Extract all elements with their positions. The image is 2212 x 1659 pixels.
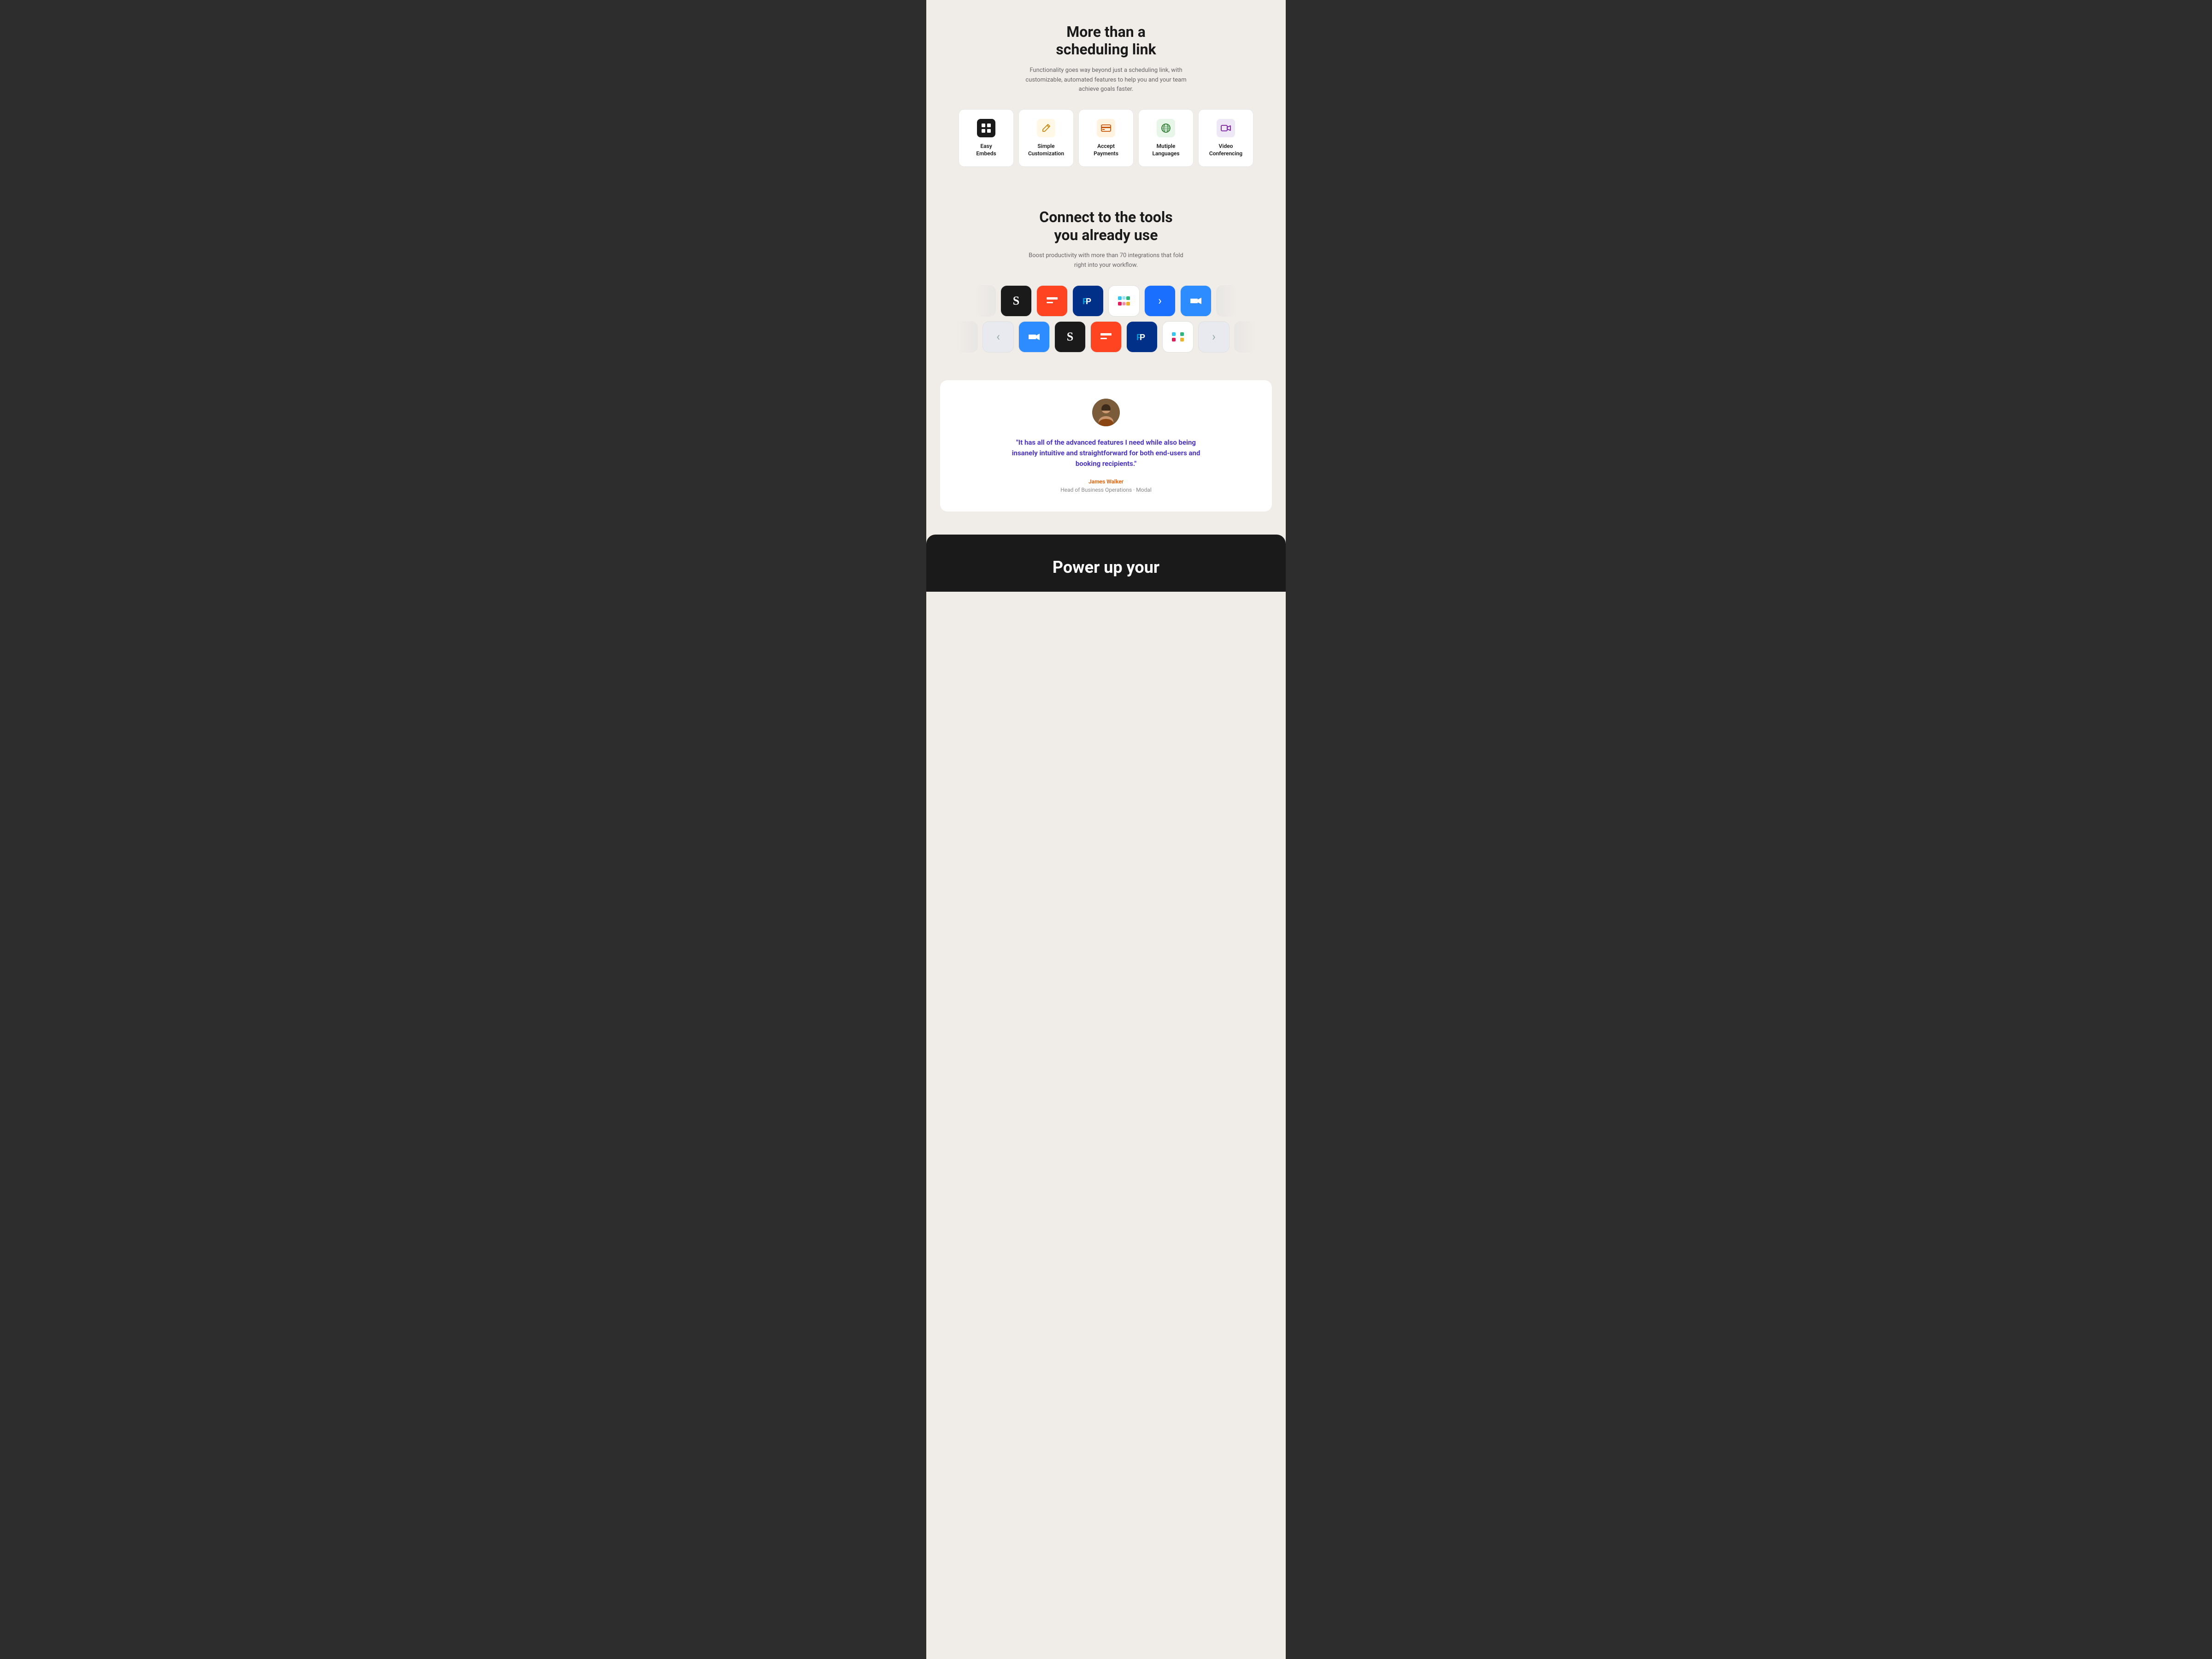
svg-text:P: P	[1140, 333, 1145, 342]
fade-left-2	[955, 321, 978, 353]
fade-right-1	[1216, 285, 1239, 317]
feature-multiple-languages[interactable]: Mutiple Languages	[1138, 109, 1194, 167]
accept-payments-icon	[1097, 119, 1115, 137]
testimonial-author-name: James Walker	[963, 478, 1249, 485]
power-title: Power up your	[945, 558, 1267, 577]
simple-customization-label: Simple Customization	[1025, 143, 1067, 157]
testimonial-card: "It has all of the advanced features I n…	[940, 380, 1272, 512]
integrations-row-1: S P P	[973, 285, 1239, 317]
fade-left-1	[973, 285, 996, 317]
integration-paypal-1[interactable]: P P	[1072, 285, 1104, 317]
feature-simple-customization[interactable]: Simple Customization	[1018, 109, 1074, 167]
multiple-languages-label: Mutiple Languages	[1145, 143, 1187, 157]
avatar	[1092, 399, 1120, 426]
integration-squarespace-2[interactable]: S	[1054, 321, 1086, 353]
integration-arrow-right-2[interactable]: ›	[1198, 321, 1230, 353]
multiple-languages-icon	[1157, 119, 1175, 137]
integration-stripe-2[interactable]	[1090, 321, 1122, 353]
easy-embeds-label: Easy Embeds	[965, 143, 1007, 157]
power-section: Power up your	[926, 535, 1286, 591]
integration-slack-1[interactable]	[1108, 285, 1140, 317]
page-wrapper: More than a scheduling link Functionalit…	[926, 0, 1286, 1659]
features-title: More than a scheduling link	[945, 23, 1267, 59]
svg-text:P: P	[1086, 297, 1091, 306]
integration-zoom-1[interactable]	[1180, 285, 1212, 317]
feature-accept-payments[interactable]: Accept Payments	[1078, 109, 1134, 167]
testimonial-section: "It has all of the advanced features I n…	[926, 371, 1286, 530]
integrations-row-2: ‹ S	[955, 321, 1257, 353]
integrations-title: Connect to the tools you already use	[945, 208, 1267, 244]
feature-video-conferencing[interactable]: Video Conferencing	[1198, 109, 1253, 167]
features-grid: Easy Embeds Simple Customization	[945, 109, 1267, 167]
integration-paypal-2[interactable]: P P	[1126, 321, 1158, 353]
features-subtitle: Functionality goes way beyond just a sch…	[1023, 66, 1189, 94]
video-conferencing-label: Video Conferencing	[1205, 143, 1247, 157]
testimonial-quote: "It has all of the advanced features I n…	[1005, 437, 1207, 470]
integration-arrow-left-2[interactable]: ‹	[982, 321, 1014, 353]
integration-squarespace-1[interactable]: S	[1000, 285, 1032, 317]
easy-embeds-icon	[977, 119, 995, 137]
integrations-section: Connect to the tools you already use Boo…	[926, 185, 1286, 371]
simple-customization-icon	[1037, 119, 1055, 137]
fade-right-2	[1234, 321, 1257, 353]
features-section: More than a scheduling link Functionalit…	[926, 0, 1286, 185]
video-conferencing-icon	[1217, 119, 1235, 137]
integrations-subtitle: Boost productivity with more than 70 int…	[1023, 251, 1189, 271]
integration-stripe-1[interactable]	[1036, 285, 1068, 317]
integration-calendly-1[interactable]: ›	[1144, 285, 1176, 317]
feature-easy-embeds[interactable]: Easy Embeds	[959, 109, 1014, 167]
accept-payments-label: Accept Payments	[1085, 143, 1127, 157]
testimonial-author-role: Head of Business Operations · Modal	[963, 487, 1249, 493]
integration-slack-2[interactable]	[1162, 321, 1194, 353]
integration-zoom-2[interactable]	[1018, 321, 1050, 353]
integrations-grid: S P P	[945, 285, 1267, 353]
